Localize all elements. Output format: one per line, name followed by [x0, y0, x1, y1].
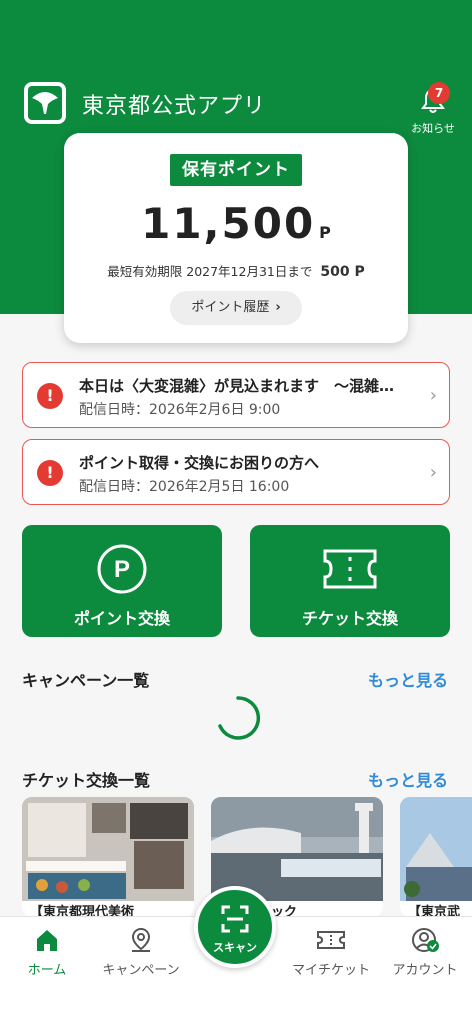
ticket-caption: 【東京都現代美術 [22, 901, 194, 917]
ticket-exchange-label: チケット交換 [301, 609, 398, 628]
nav-account[interactable]: アカウント [380, 927, 470, 978]
alert-item[interactable]: ! ポイント取得・交換にお困りの方へ 配信日時：2026年2月5日 16:00 … [22, 439, 450, 505]
svg-text:P: P [114, 556, 130, 583]
points-balance: 11,500 P [64, 199, 408, 248]
points-unit: P [319, 223, 331, 242]
loading-spinner-icon [218, 696, 261, 740]
points-card: 保有ポイント 11,500 P 最短有効期限 2027年12月31日まで 500 P… [64, 133, 408, 343]
ticket-more-link[interactable]: もっと見る [368, 767, 448, 791]
notification-count-badge: 7 [428, 82, 450, 104]
exclamation-icon: ! [37, 383, 63, 409]
points-expiry: 最短有効期限 2027年12月31日まで 500 P [64, 261, 408, 280]
alert-item[interactable]: ! 本日は〈大変混雑〉が見込まれます 〜混雑… 配信日時：2026年2月6日 9… [22, 362, 450, 428]
alert-date: 配信日時：2026年2月6日 9:00 [79, 402, 281, 418]
exclamation-icon: ! [37, 460, 63, 486]
scan-icon [221, 905, 249, 933]
ticket-caption: 【東京武 [400, 901, 472, 917]
nav-campaign[interactable]: キャンペーン [96, 927, 186, 978]
chevron-right-icon: › [275, 300, 281, 315]
ticket-exchange-button[interactable]: チケット交換 [250, 525, 450, 637]
tokyo-logo-icon [24, 82, 66, 124]
point-exchange-button[interactable]: P ポイント交換 [22, 525, 222, 637]
points-tag: 保有ポイント [170, 154, 302, 186]
point-p-icon: P [97, 544, 147, 594]
budokan-image [400, 797, 472, 901]
nav-account-label: アカウント [392, 963, 458, 978]
nav-home[interactable]: ホーム [2, 927, 92, 978]
museum-poster-image [22, 797, 194, 901]
campaign-section-title: キャンペーン一覧 [22, 671, 150, 690]
notifications-label: お知らせ [411, 122, 455, 135]
alert-date: 配信日時：2026年2月5日 16:00 [79, 479, 290, 495]
app-title: 東京都公式アプリ [82, 94, 267, 119]
ticket-card[interactable]: 【東京武 [400, 797, 472, 917]
scan-label: スキャン [213, 941, 257, 954]
campaign-more-link[interactable]: もっと見る [368, 667, 448, 691]
expiry-label: 最短有効期限 2027年12月31日まで [107, 264, 313, 279]
chevron-right-icon: › [429, 462, 437, 483]
ticket-card[interactable]: 【東京都現代美術 [22, 797, 194, 917]
nav-home-label: ホーム [27, 963, 67, 978]
account-icon [412, 928, 439, 952]
point-history-button[interactable]: ポイント履歴 › [170, 291, 302, 325]
nav-campaign-label: キャンペーン [102, 963, 180, 978]
nav-my-ticket-label: マイチケット [291, 963, 370, 978]
points-value: 11,500 [141, 199, 316, 248]
alert-title: ポイント取得・交換にお困りの方へ [79, 454, 320, 472]
expiry-points: 500 P [320, 264, 365, 280]
ticket-section-title: チケット交換一覧 [22, 771, 151, 790]
notifications-button[interactable]: 7 お知らせ [408, 82, 458, 135]
ticket-icon [323, 549, 377, 589]
chevron-right-icon: › [429, 385, 437, 406]
map-pin-icon [131, 927, 151, 952]
point-history-label: ポイント履歴 [191, 300, 270, 315]
ticket-icon [317, 931, 345, 949]
alert-title: 本日は〈大変混雑〉が見込まれます 〜混雑… [79, 377, 395, 395]
nav-my-ticket[interactable]: マイチケット [286, 927, 376, 978]
scan-button[interactable]: スキャン [194, 886, 276, 968]
app-header: 東京都公式アプリ 7 お知らせ [0, 82, 472, 135]
point-exchange-label: ポイント交換 [73, 609, 170, 628]
home-icon [37, 930, 57, 951]
